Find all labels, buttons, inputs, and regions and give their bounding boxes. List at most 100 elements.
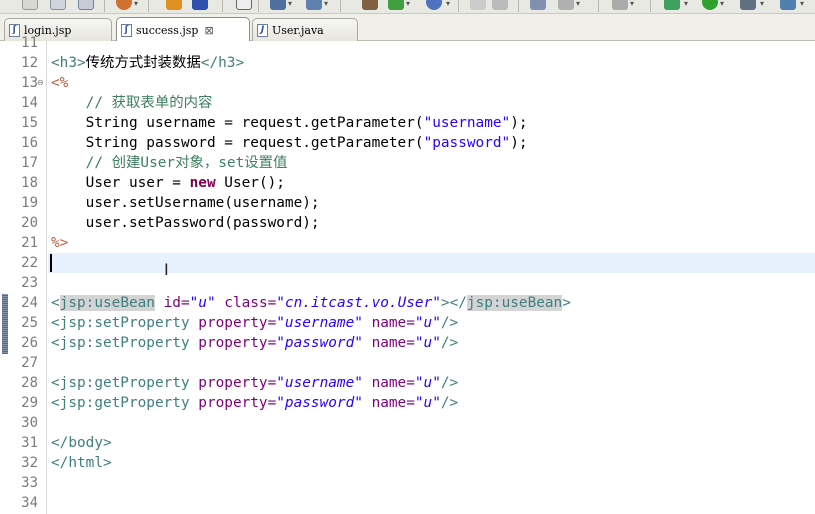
code-editor[interactable]: 11 12 13 ⊖ 14 15 16 17 18 19 20 21 22 23 24 25 26 27 28 29 3… xyxy=(0,35,815,514)
box-icon[interactable] xyxy=(166,0,182,10)
code-token: "cn.itcast.vo.User" xyxy=(276,295,441,311)
tab-success-jsp[interactable]: ʃ success.jsp ⊠ xyxy=(116,17,250,42)
line-number: 14 xyxy=(21,95,38,111)
tab-user-java[interactable]: J User.java xyxy=(252,18,358,41)
code-token: "u" xyxy=(189,295,216,311)
chevron-down-icon[interactable]: ▾ xyxy=(630,0,634,8)
line-number: 27 xyxy=(21,355,38,371)
code-line: // 获取表单的内容 xyxy=(51,93,213,113)
code-token: < xyxy=(51,295,60,311)
code-token: String password = request.getParameter( xyxy=(51,135,424,151)
code-token: User user = xyxy=(51,175,190,191)
code-token: 传统方式封装数据 xyxy=(85,55,201,71)
code-token: ></ xyxy=(440,295,467,311)
line-number: 29 xyxy=(21,395,38,411)
package-icon[interactable] xyxy=(192,0,208,10)
main-toolbar: ▾ ▾ ▾ ▾ ▾ ▾ ▾ ▾ ▾ ▾ ▾ xyxy=(0,0,815,14)
line-number: 18 xyxy=(21,175,38,191)
code-line: user.setPassword(password); xyxy=(51,213,320,233)
toolbar-separator xyxy=(258,0,259,12)
code-token: <jsp:setProperty xyxy=(51,315,190,331)
code-token: %> xyxy=(51,235,69,251)
line-number: 28 xyxy=(21,375,38,391)
code-token: "username" xyxy=(276,375,363,391)
check-icon[interactable] xyxy=(702,0,718,10)
line-number: 32 xyxy=(21,455,38,471)
code-token: > xyxy=(562,295,571,311)
code-line: user.setUsername(username); xyxy=(51,193,320,213)
code-token: ); xyxy=(510,135,528,151)
chevron-down-icon[interactable]: ▾ xyxy=(800,0,804,8)
terminal-icon[interactable] xyxy=(236,0,252,10)
chevron-down-icon[interactable]: ▾ xyxy=(134,0,138,8)
toolbar-separator xyxy=(148,0,149,12)
link-icon[interactable] xyxy=(492,0,508,10)
line-number: 26 xyxy=(21,335,38,351)
line-number: 25 xyxy=(21,315,38,331)
code-line: <jsp:useBean id="u" class="cn.itcast.vo.… xyxy=(51,293,571,313)
external-tools-icon[interactable] xyxy=(388,0,404,10)
code-token: "username" xyxy=(276,315,363,331)
chevron-down-icon[interactable]: ▾ xyxy=(324,0,328,8)
sync-icon[interactable] xyxy=(558,0,574,10)
search-icon[interactable] xyxy=(470,0,486,10)
chevron-down-icon[interactable]: ▾ xyxy=(406,0,410,8)
line-number: 12 xyxy=(21,55,38,71)
line-number: 24 xyxy=(21,295,38,311)
code-token: name= xyxy=(362,335,415,351)
chevron-down-icon[interactable]: ▾ xyxy=(720,0,724,8)
chart-icon[interactable] xyxy=(530,0,546,10)
toolbar-separator xyxy=(340,0,341,12)
jsp-file-icon: ʃ xyxy=(121,23,132,37)
code-token: User(); xyxy=(215,175,285,191)
code-line: <h3>传统方式封装数据</h3> xyxy=(51,53,244,73)
server-icon[interactable] xyxy=(116,0,132,10)
deploy-icon[interactable] xyxy=(740,0,756,10)
print-icon[interactable] xyxy=(78,0,94,10)
line-number: 23 xyxy=(21,275,38,291)
code-token: property= xyxy=(189,375,277,391)
globe-icon[interactable] xyxy=(426,0,442,10)
toolbar-separator xyxy=(458,0,459,12)
code-token: id= xyxy=(154,295,190,311)
code-token: </html> xyxy=(51,455,112,471)
line-number: 22 xyxy=(21,255,38,271)
close-tab-icon[interactable]: ⊠ xyxy=(204,24,213,37)
code-token: "u" xyxy=(414,315,441,331)
code-token: <% xyxy=(51,75,69,91)
code-token: ); xyxy=(510,115,528,131)
line-number: 33 xyxy=(21,475,38,491)
code-line: String password = request.getParameter("… xyxy=(51,133,528,153)
chevron-down-icon[interactable]: ▾ xyxy=(576,0,580,8)
chevron-down-icon[interactable]: ▾ xyxy=(446,0,450,8)
line-number: 34 xyxy=(21,495,38,511)
toolbar-separator xyxy=(104,0,105,12)
code-line: String username = request.getParameter("… xyxy=(51,113,528,133)
fold-toggle-icon[interactable]: ⊖ xyxy=(37,73,44,93)
code-token: /> xyxy=(440,335,459,351)
settings-icon[interactable] xyxy=(780,0,796,10)
code-token: class= xyxy=(215,295,277,311)
chevron-down-icon[interactable]: ▾ xyxy=(288,0,292,8)
line-number: 31 xyxy=(21,435,38,451)
code-line: <% xyxy=(51,73,68,93)
run-icon[interactable] xyxy=(306,0,322,10)
debug-icon[interactable] xyxy=(270,0,286,10)
java-file-icon: J xyxy=(257,23,268,37)
new-icon[interactable] xyxy=(22,0,38,10)
line-number: 11 xyxy=(21,35,38,51)
chevron-down-icon[interactable]: ▾ xyxy=(760,0,764,8)
toolbar-separator xyxy=(518,0,519,12)
chevron-down-icon[interactable]: ▾ xyxy=(684,0,688,8)
open-type-icon[interactable] xyxy=(362,0,378,10)
save-icon[interactable] xyxy=(50,0,66,10)
code-token: name= xyxy=(362,395,415,411)
code-token: "password" xyxy=(276,395,363,411)
code-line: <jsp:setProperty property="password" nam… xyxy=(51,333,458,353)
window-icon[interactable] xyxy=(612,0,628,10)
code-line: </html> xyxy=(51,453,112,473)
code-token: "u" xyxy=(414,395,441,411)
mouse-ibeam-cursor: I xyxy=(164,260,169,279)
code-token: <jsp:getProperty xyxy=(51,375,190,391)
tool-icon[interactable] xyxy=(664,0,680,10)
